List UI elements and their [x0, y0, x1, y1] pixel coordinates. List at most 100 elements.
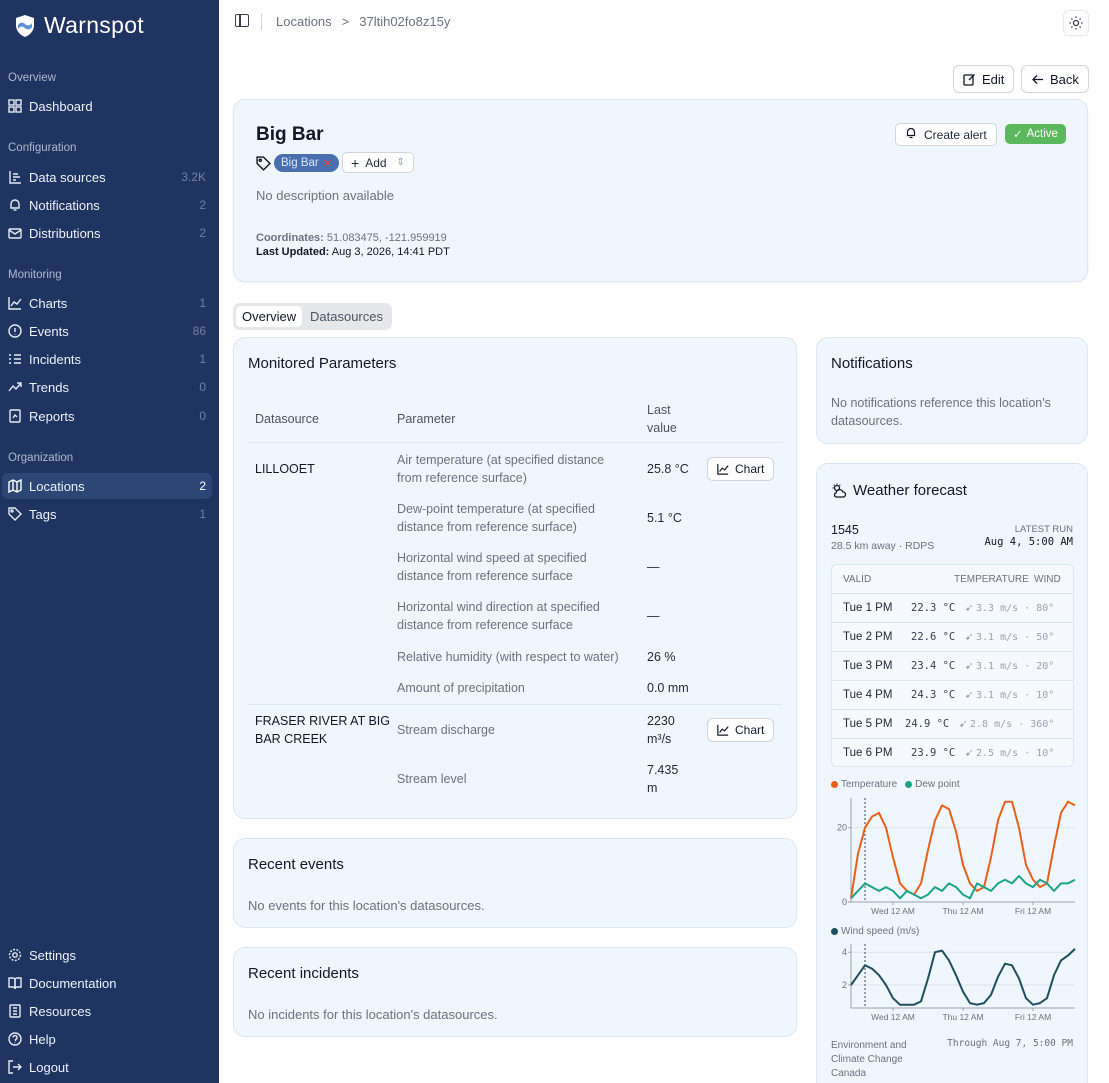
sidebar-item-charts[interactable]: Charts 1 — [2, 290, 212, 316]
checklist-icon — [8, 352, 22, 366]
forecast-valid: Tue 5 PM — [843, 718, 893, 730]
y-tick-label: 2 — [842, 980, 847, 990]
recent-incidents-card: Recent incidents No incidents for this l… — [233, 947, 797, 1037]
parameter-name: Stream discharge — [397, 723, 495, 737]
sidebar-item-events[interactable]: Events 86 — [2, 318, 212, 344]
sidebar-item-count: 1 — [199, 296, 206, 310]
tag-chip[interactable]: Big Bar ✕ — [274, 154, 339, 172]
source-line-1: Environment and — [831, 1040, 907, 1051]
sidebar-item-count: 86 — [192, 324, 206, 338]
sidebar-item-locations[interactable]: Locations 2 — [2, 473, 212, 499]
col-header-datasource: Datasource — [255, 412, 319, 426]
forecast-temp: 22.6 °C — [911, 631, 956, 643]
add-tag-select[interactable]: + Add ⇕ — [342, 152, 414, 173]
breadcrumb-locations[interactable]: Locations — [276, 14, 332, 29]
header-divider — [248, 442, 782, 443]
weather-forecast-card: Weather forecast 1545 28.5 km away · RDP… — [816, 463, 1088, 1083]
sidebar-item-reports[interactable]: Reports 0 — [2, 403, 212, 429]
sidebar-item-incidents[interactable]: Incidents 1 — [2, 346, 212, 372]
sidebar-item-label: Dashboard — [29, 98, 93, 114]
chart-button[interactable]: Chart — [707, 457, 775, 481]
map-icon — [8, 478, 22, 494]
sidebar-item-count: 1 — [199, 507, 206, 521]
parameter-name: Horizontal wind direction at specified — [397, 600, 600, 614]
recent-incidents-empty: No incidents for this location's datasou… — [248, 1007, 498, 1022]
sidebar-item-data-sources[interactable]: Data sources 3.2K — [2, 164, 212, 190]
parameter-name-cont: distance from reference surface — [397, 569, 573, 583]
x-tick-label: Thu 12 AM — [942, 1012, 983, 1022]
forecast-wind: 3.3 m/s · 80° — [976, 602, 1055, 614]
sidebar-item-distributions[interactable]: Distributions 2 — [2, 220, 212, 246]
forecast-header-temperature: TEMPERATURE — [954, 574, 1029, 585]
forecast-table: VALID TEMPERATURE WIND Tue 1 PM 22.3 °C … — [831, 564, 1074, 767]
notifications-empty-2: datasources. — [831, 414, 903, 428]
brand-logo[interactable]: Warnspot — [14, 12, 144, 39]
last-value: 0.0 mm — [647, 681, 689, 695]
forecast-wind: 2.8 m/s · 360° — [970, 718, 1055, 730]
mail-icon — [8, 226, 22, 240]
latest-run-value: Aug 4, 5:00 AM — [984, 536, 1073, 548]
latest-run-label: LATEST RUN — [1014, 524, 1073, 535]
tab-overview[interactable]: Overview — [236, 306, 303, 327]
tab-list: Overview Datasources — [233, 303, 392, 330]
parameter-name: Relative humidity (with respect to water… — [397, 650, 619, 664]
sidebar-item-tags[interactable]: Tags 1 — [2, 501, 212, 527]
sidebar-item-count: 0 — [199, 409, 206, 423]
sidebar-item-count: 2 — [199, 479, 206, 493]
x-tick-label: Fri 12 AM — [1015, 906, 1051, 916]
report-icon — [8, 409, 22, 423]
sidebar-item-resources[interactable]: Resources — [2, 998, 212, 1024]
x-tick-label: Wed 12 AM — [871, 1012, 915, 1022]
monitored-parameters-title: Monitored Parameters — [248, 355, 397, 372]
monitored-parameters-card: Monitored Parameters Datasource Paramete… — [233, 337, 797, 819]
notifications-title: Notifications — [831, 355, 913, 372]
forecast-valid: Tue 4 PM — [843, 689, 893, 701]
legend-temperature: Temperature — [831, 779, 897, 790]
chevron-up-down-icon: ⇕ — [396, 157, 405, 168]
sidebar-item-logout[interactable]: Logout — [2, 1054, 212, 1080]
legend-dew-label: Dew point — [915, 779, 960, 790]
sidebar-item-settings[interactable]: Settings — [2, 942, 212, 968]
wind-chart-legend: Wind speed (m/s) — [831, 926, 919, 937]
sidebar-item-label: Data sources — [29, 169, 106, 185]
edit-button[interactable]: Edit — [953, 65, 1015, 93]
sidebar-item-documentation[interactable]: Documentation — [2, 970, 212, 996]
forecast-valid: Tue 6 PM — [843, 747, 893, 759]
back-button[interactable]: Back — [1021, 65, 1089, 93]
close-icon[interactable]: ✕ — [323, 157, 332, 170]
sidebar-item-trends[interactable]: Trends 0 — [2, 374, 212, 400]
brand-name: Warnspot — [44, 12, 144, 38]
theme-toggle-button[interactable] — [1063, 10, 1089, 36]
forecast-wind: 3.1 m/s · 50° — [976, 631, 1055, 643]
forecast-temp: 23.4 °C — [911, 660, 956, 672]
help-circle-icon — [8, 1032, 22, 1046]
sidebar-item-dashboard[interactable]: Dashboard — [2, 93, 212, 119]
sidebar-item-count: 0 — [199, 380, 206, 394]
line-chart-icon — [717, 463, 729, 475]
list-chart-icon — [8, 170, 22, 184]
sidebar-item-help[interactable]: Help — [2, 1026, 212, 1052]
recent-events-title: Recent events — [248, 856, 344, 873]
line-chart-icon — [8, 296, 22, 310]
location-title: Big Bar — [256, 124, 324, 145]
weather-title: Weather forecast — [853, 482, 967, 499]
create-alert-button[interactable]: Create alert — [895, 123, 997, 146]
bell-plus-icon — [905, 127, 917, 142]
sidebar-item-label: Incidents — [29, 351, 82, 367]
wind-arrow-icon: ➹ — [959, 718, 968, 730]
edit-icon — [963, 73, 975, 86]
sidebar-toggle-icon[interactable] — [235, 14, 249, 27]
sidebar: Warnspot Overview Dashboard Configuratio… — [0, 0, 219, 1083]
parameter-name: Dew-point temperature (at specified — [397, 502, 596, 516]
book-icon — [8, 976, 22, 990]
last-value: 26 % — [647, 650, 676, 664]
parameter-name: Amount of precipitation — [397, 681, 525, 695]
last-updated: Last Updated: Aug 3, 2026, 14:41 PDT — [256, 246, 450, 258]
chart-button[interactable]: Chart — [707, 718, 775, 742]
edit-label: Edit — [982, 71, 1005, 87]
forecast-wind: 3.1 m/s · 20° — [976, 660, 1055, 672]
forecast-valid: Tue 3 PM — [843, 660, 893, 672]
sidebar-item-notifications[interactable]: Notifications 2 — [2, 192, 212, 218]
tab-datasources[interactable]: Datasources — [304, 306, 389, 327]
y-tick-label: 0 — [842, 897, 847, 907]
